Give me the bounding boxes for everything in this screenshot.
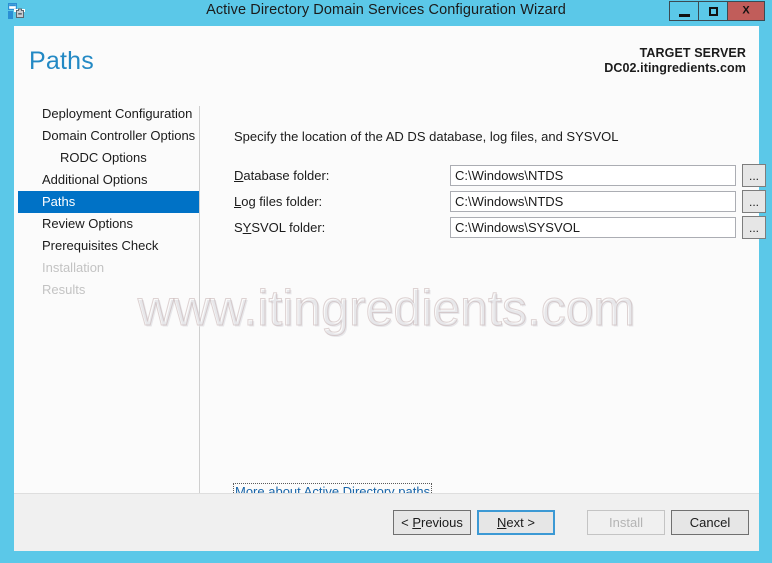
body-area: Deployment Configuration Domain Controlle… [14,103,766,520]
footer-bar: < Previous Next > Install Cancel [14,493,759,551]
field-row: SYSVOL folder:... [234,216,766,239]
install-button[interactable]: Install [587,510,665,535]
wizard-step-domain-controller-options[interactable]: Domain Controller Options [14,125,199,147]
content-pane: Specify the location of the AD DS databa… [200,103,766,520]
previous-button[interactable]: < Previous [393,510,471,535]
minimize-button[interactable] [669,1,699,21]
wizard-step-label: Deployment Configuration [42,106,193,121]
wizard-step-label: Installation [42,260,105,275]
page-title: Paths [29,47,94,75]
client-area: Paths TARGET SERVER DC02.itingredients.c… [14,26,766,551]
maximize-button[interactable] [698,1,728,21]
target-server-label: TARGET SERVER [639,46,746,60]
next-label: Next > [497,515,535,530]
window-title: Active Directory Domain Services Configu… [206,2,566,18]
minimize-icon [679,14,690,17]
previous-label: < Previous [401,515,463,530]
next-button[interactable]: Next > [477,510,555,535]
browse-button[interactable]: ... [742,164,766,187]
wizard-step-label: Additional Options [42,172,148,187]
wizard-step-label: Review Options [42,216,134,231]
path-input[interactable] [450,165,736,186]
wizard-window: Active Directory Domain Services Configu… [0,0,772,563]
wizard-step-label: Domain Controller Options [42,128,196,143]
field-label: Database folder: [234,168,330,183]
page-header: Paths TARGET SERVER DC02.itingredients.c… [14,26,759,103]
wizard-step-paths[interactable]: Paths [18,191,199,213]
field-row: Log files folder:... [234,190,766,213]
field-label: SYSVOL folder: [234,220,326,235]
close-icon: X [742,4,750,17]
wizard-step-label: RODC Options [60,150,147,165]
wizard-step-prerequisites-check[interactable]: Prerequisites Check [14,235,199,257]
browse-button[interactable]: ... [742,216,766,239]
path-input[interactable] [450,217,736,238]
field-label: Log files folder: [234,194,323,209]
path-input[interactable] [450,191,736,212]
cancel-button[interactable]: Cancel [671,510,749,535]
wizard-step-rodc-options[interactable]: RODC Options [14,147,199,169]
wizard-step-review-options[interactable]: Review Options [14,213,199,235]
window-controls: X [669,1,765,21]
target-server-name: DC02.itingredients.com [604,61,746,75]
wizard-step-label: Results [42,282,86,297]
field-row: Database folder:... [234,164,766,187]
target-server-block: TARGET SERVER DC02.itingredients.com [604,46,746,76]
wizard-step-label: Prerequisites Check [42,238,159,253]
wizard-step-installation: Installation [14,257,199,279]
wizard-step-results: Results [14,279,199,301]
wizard-step-additional-options[interactable]: Additional Options [14,169,199,191]
intro-text: Specify the location of the AD DS databa… [234,129,619,144]
title-bar: Active Directory Domain Services Configu… [0,0,772,22]
wizard-step-deployment-configuration[interactable]: Deployment Configuration [14,103,199,125]
close-button[interactable]: X [727,1,765,21]
maximize-icon [709,7,718,16]
browse-button[interactable]: ... [742,190,766,213]
wizard-step-label: Paths [42,194,76,209]
wizard-steps: Deployment Configuration Domain Controlle… [14,103,199,520]
